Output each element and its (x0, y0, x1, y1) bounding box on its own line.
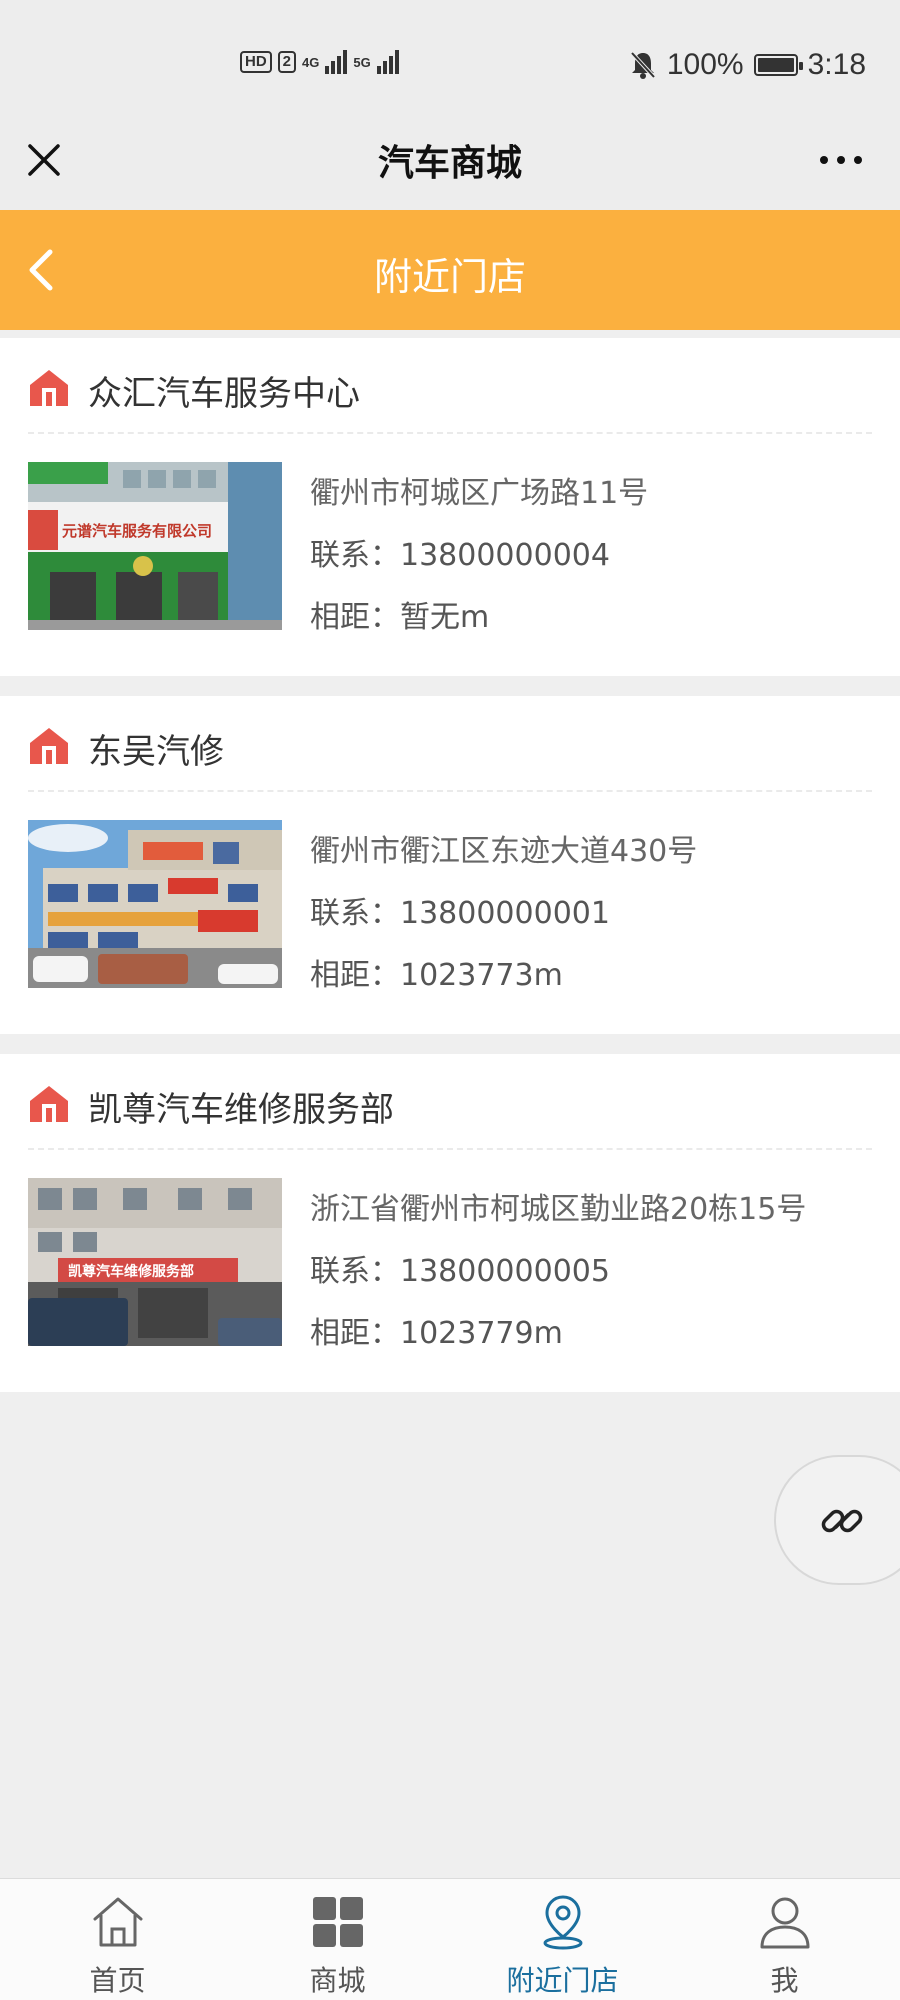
store-photo: 凯尊汽车维修服务部 (28, 1178, 282, 1346)
store-phone[interactable]: 联系：13800000005 (310, 1246, 610, 1290)
bell-muted-icon (630, 51, 656, 79)
tab-me[interactable]: 我 (672, 1879, 897, 2000)
signal-icon (325, 50, 348, 74)
tab-label: 我 (770, 1964, 799, 1997)
mini-program-title-bar: 汽车商城 (0, 110, 900, 210)
divider (28, 432, 872, 434)
tab-label: 首页 (89, 1964, 146, 1997)
floating-link-button[interactable] (774, 1455, 900, 1585)
store-icon (30, 1086, 68, 1122)
store-distance: 相距：1023773m (310, 958, 563, 993)
location-icon (543, 1895, 583, 1950)
network-type-1: 4G (302, 54, 320, 70)
store-card[interactable]: 众汇汽车服务中心 元谱汽车服务有限公司 衢州市柯城区广场路11号 联系：1380… (0, 338, 900, 676)
hd-badge: HD (240, 51, 272, 73)
store-sign-text: 凯尊汽车维修服务部 (68, 1263, 194, 1280)
store-card[interactable]: 凯尊汽车维修服务部 凯尊汽车维修服务部 浙江省衢州市柯城区勤业路20栋15号 联… (0, 1054, 900, 1392)
grid-icon (313, 1897, 363, 1947)
store-icon (30, 370, 68, 406)
store-icon (30, 728, 68, 764)
page-header: 附近门店 (0, 210, 900, 330)
status-right: 100% 3:18 (629, 48, 866, 82)
store-header: 凯尊汽车维修服务部 (0, 1054, 900, 1148)
store-distance: 相距：暂无m (310, 600, 490, 635)
battery-percent: 100% (666, 48, 744, 81)
store-address: 衢州市柯城区广场路11号 (310, 476, 649, 511)
store-phone[interactable]: 联系：13800000004 (310, 530, 610, 574)
store-distance: 相距：1023779m (310, 1316, 563, 1351)
store-card[interactable]: 东吴汽修 衢州市衢江区东迹大道430号 联系：13800000001 相距：10… (0, 696, 900, 1034)
store-name: 众汇汽车服务中心 (88, 374, 360, 414)
link-icon (821, 1509, 863, 1533)
store-photo: 元谱汽车服务有限公司 (28, 462, 282, 630)
store-header: 东吴汽修 (0, 696, 900, 790)
store-sign-text: 元谱汽车服务有限公司 (62, 522, 212, 540)
tab-label: 附近门店 (506, 1964, 619, 1997)
store-header: 众汇汽车服务中心 (0, 338, 900, 432)
store-name: 凯尊汽车维修服务部 (88, 1090, 394, 1130)
page-title: 附近门店 (373, 255, 526, 299)
user-icon (760, 1897, 810, 1949)
more-icon[interactable] (820, 150, 870, 170)
divider (28, 1148, 872, 1150)
tab-nearby-stores[interactable]: 附近门店 (450, 1879, 675, 2000)
battery-icon (753, 54, 803, 76)
bottom-tab-bar: 首页 商城 附近门店 我 (0, 1878, 900, 2000)
tab-mall[interactable]: 商城 (225, 1879, 450, 2000)
divider (28, 790, 872, 792)
network-type-2: 5G (353, 54, 371, 70)
home-icon (93, 1897, 143, 1947)
tab-label: 商城 (309, 1964, 366, 1997)
store-photo (28, 820, 282, 988)
store-address: 浙江省衢州市柯城区勤业路20栋15号 (310, 1192, 807, 1227)
signal-icon (376, 50, 399, 74)
tab-home[interactable]: 首页 (5, 1879, 230, 2000)
store-address: 衢州市衢江区东迹大道430号 (310, 834, 698, 869)
sim-badge: 2 (277, 51, 297, 73)
clock: 3:18 (807, 48, 866, 81)
store-phone[interactable]: 联系：13800000001 (310, 888, 610, 932)
status-bar: HD 2 4G 5G 100% 3:18 (0, 0, 900, 110)
store-name: 东吴汽修 (88, 732, 224, 772)
network-indicators: HD 2 4G 5G (240, 50, 399, 74)
app-title: 汽车商城 (377, 143, 522, 184)
